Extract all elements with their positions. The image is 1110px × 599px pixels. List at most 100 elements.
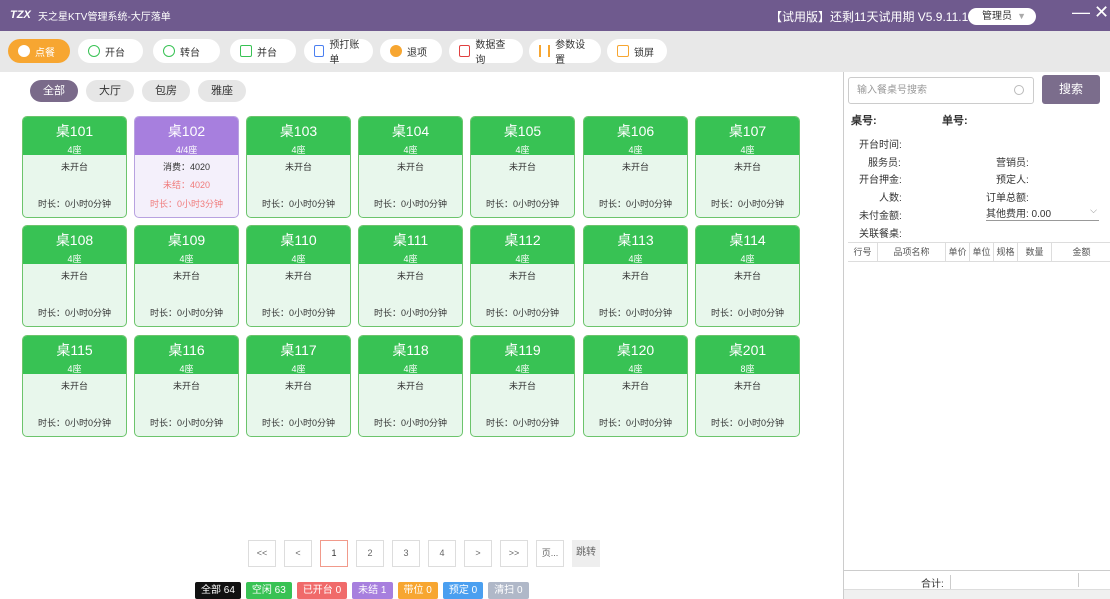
- page-4-button[interactable]: 4: [428, 540, 456, 567]
- table-card-header: 桌105 4座: [471, 117, 574, 155]
- table-seats: 4座: [515, 254, 530, 264]
- table-no-label: 桌号:: [851, 115, 877, 127]
- table-card[interactable]: 桌201 8座 未开台 时长：0小时0分钟: [695, 335, 800, 437]
- filter-all[interactable]: 全部: [30, 80, 78, 102]
- app-logo: TZX: [10, 8, 31, 21]
- table-card[interactable]: 桌107 4座 未开台 时长：0小时0分钟: [695, 116, 800, 218]
- table-status: 未开台: [396, 381, 424, 391]
- order-button[interactable]: 点餐: [8, 39, 70, 63]
- table-status: 未开台: [733, 381, 761, 391]
- legend-opened[interactable]: 已开台 0: [296, 582, 348, 599]
- order-label: 点餐: [35, 47, 55, 59]
- data-query-button[interactable]: 数据查询: [449, 39, 523, 66]
- order-no-label: 单号:: [942, 115, 968, 127]
- legend-reserved[interactable]: 预定 0: [442, 582, 484, 599]
- table-card[interactable]: 桌102 4/4座 消费：4020 未结：4020 时长：0小时3分钟: [134, 116, 239, 218]
- table-status: 未开台: [172, 381, 200, 391]
- return-item-label: 退项: [407, 47, 427, 59]
- filter-hall[interactable]: 大厅: [86, 80, 134, 102]
- merge-table-button[interactable]: 并台: [230, 39, 296, 63]
- table-card-header: 桌116 4座: [135, 336, 238, 374]
- table-card-header: 桌104 4座: [359, 117, 462, 155]
- horizontal-scrollbar[interactable]: [844, 589, 1110, 599]
- first-page-button[interactable]: <<: [248, 540, 276, 567]
- table-name: 桌109: [167, 232, 206, 248]
- table-card-header: 桌109 4座: [135, 226, 238, 264]
- settings-button[interactable]: 参数设置: [529, 39, 601, 66]
- table-status: 未开台: [733, 162, 761, 172]
- col-price: 单价: [946, 243, 970, 261]
- table-status: 未开台: [508, 271, 536, 281]
- user-dropdown[interactable]: 管理员 ▼: [968, 8, 1036, 25]
- legend-cleaning[interactable]: 清扫 0: [488, 582, 529, 599]
- table-duration: 时长：0小时0分钟: [598, 199, 672, 209]
- table-card[interactable]: 桌111 4座 未开台 时长：0小时0分钟: [358, 225, 463, 327]
- legend-seated[interactable]: 带位 0: [397, 582, 438, 599]
- table-card[interactable]: 桌115 4座 未开台 时长：0小时0分钟: [22, 335, 127, 437]
- table-seats: 4座: [628, 254, 643, 264]
- return-icon: [390, 45, 402, 57]
- table-status: 未开台: [508, 162, 536, 172]
- table-name: 桌110: [280, 232, 317, 248]
- minimize-icon[interactable]: —: [1072, 2, 1090, 23]
- page-number-input[interactable]: 页...: [536, 540, 564, 567]
- last-page-button[interactable]: >>: [500, 540, 528, 567]
- prebill-button[interactable]: 预打账单: [304, 39, 373, 66]
- table-duration: 时长：0小时0分钟: [373, 418, 447, 428]
- lock-screen-button[interactable]: 锁屏: [607, 39, 667, 63]
- transfer-table-button[interactable]: 转台: [153, 39, 220, 63]
- table-card[interactable]: 桌101 4座 未开台 时长：0小时0分钟: [22, 116, 127, 218]
- table-card[interactable]: 桌109 4座 未开台 时长：0小时0分钟: [134, 225, 239, 327]
- table-name: 桌118: [392, 342, 429, 358]
- table-card[interactable]: 桌112 4座 未开台 时长：0小时0分钟: [470, 225, 575, 327]
- search-input[interactable]: 输入餐桌号搜索: [848, 77, 1034, 104]
- table-card[interactable]: 桌110 4座 未开台 时长：0小时0分钟: [246, 225, 351, 327]
- table-card-header: 桌113 4座: [584, 226, 687, 264]
- settings-label: 参数设置: [555, 40, 586, 66]
- table-name: 桌115: [56, 342, 93, 358]
- legend-all[interactable]: 全部 64: [195, 582, 241, 599]
- app-title: 天之星KTV管理系统-大厅落单: [38, 12, 171, 23]
- table-card[interactable]: 桌108 4座 未开台 时长：0小时0分钟: [22, 225, 127, 327]
- merge-icon: [240, 45, 252, 57]
- table-card[interactable]: 桌105 4座未开台时长：0小时0分钟: [470, 116, 575, 218]
- table-card[interactable]: 桌118 4座 未开台 时长：0小时0分钟: [358, 335, 463, 437]
- filter-private-room[interactable]: 包房: [142, 80, 190, 102]
- page-3-button[interactable]: 3: [392, 540, 420, 567]
- bill-icon: [314, 45, 325, 57]
- unpaid-amount-label: 未付金额:: [859, 211, 902, 222]
- next-page-button[interactable]: >: [464, 540, 492, 567]
- table-card-header: 桌111 4座: [359, 226, 462, 264]
- table-card[interactable]: 桌113 4座 未开台 时长：0小时0分钟: [583, 225, 688, 327]
- col-qty: 数量: [1018, 243, 1052, 261]
- table-duration: 时长：0小时0分钟: [261, 418, 335, 428]
- clear-icon[interactable]: [1014, 85, 1024, 95]
- search-button[interactable]: 搜索: [1042, 75, 1100, 104]
- table-card[interactable]: 桌103 4座 未开台 时长：0小时0分钟: [246, 116, 351, 218]
- return-item-button[interactable]: 退项: [380, 39, 442, 63]
- table-card[interactable]: 桌120 4座 未开台 时长：0小时0分钟: [583, 335, 688, 437]
- table-card[interactable]: 桌119 4座 未开台 时长：0小时0分钟: [470, 335, 575, 437]
- filter-booth[interactable]: 雅座: [198, 80, 246, 102]
- table-card-header: 桌112 4座: [471, 226, 574, 264]
- table-card[interactable]: 桌117 4座 未开台 时长：0小时0分钟: [246, 335, 351, 437]
- prev-page-button[interactable]: <: [284, 540, 312, 567]
- table-card[interactable]: 桌114 4座 未开台 时长：0小时0分钟: [695, 225, 800, 327]
- table-card[interactable]: 桌116 4座 未开台 时长：0小时0分钟: [134, 335, 239, 437]
- close-icon[interactable]: ✕: [1094, 2, 1109, 23]
- page-2-button[interactable]: 2: [356, 540, 384, 567]
- table-name: 桌104: [391, 123, 430, 139]
- table-name: 桌108: [55, 232, 94, 248]
- legend-idle[interactable]: 空闲 63: [245, 582, 292, 599]
- jump-button[interactable]: 跳转: [572, 540, 600, 567]
- table-duration: 时长：0小时0分钟: [485, 199, 559, 209]
- table-card[interactable]: 桌106 4座 未开台 时长：0小时0分钟: [583, 116, 688, 218]
- table-card[interactable]: 桌104 4座 未开台 时长：0小时0分钟: [358, 116, 463, 218]
- table-name: 桌114: [729, 232, 766, 248]
- legend-unpaid[interactable]: 未结 1: [352, 582, 393, 599]
- items-table-footer: 合计:: [844, 570, 1110, 590]
- open-table-button[interactable]: 开台: [78, 39, 143, 63]
- col-amount: 金额: [1072, 247, 1091, 257]
- page-1-button[interactable]: 1: [320, 540, 348, 567]
- other-fee-select[interactable]: 其他费用: 0.00 ⌵: [986, 205, 1099, 221]
